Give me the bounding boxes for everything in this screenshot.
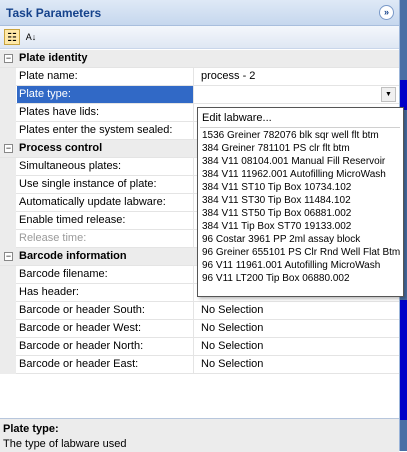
property-label: Plates enter the system sealed: [17,122,194,139]
labware-dropdown-list: Edit labware... 1536 Greiner 782076 blk … [197,107,404,297]
property-label: Barcode or header South: [17,302,194,319]
barcode-west-value[interactable]: No Selection [198,320,398,337]
collapse-icon[interactable]: » [379,5,394,20]
property-label: Automatically update labware: [17,194,194,211]
plate-name-value[interactable]: process - 2 [198,68,398,85]
property-row-barcode-south[interactable]: Barcode or header South: No Selection [0,302,399,320]
labware-option[interactable]: 384 V11 ST30 Tip Box 11484.102 [202,195,351,207]
labware-option[interactable]: 384 V11 08104.001 Manual Fill Reservoir [202,156,385,168]
labware-option[interactable]: 1536 Greiner 782076 blk sqr well flt btm [202,130,379,142]
labware-option[interactable]: 384 V11 11962.001 Autofilling MicroWash [202,169,386,181]
labware-option[interactable]: 384 V11 Tip Box ST70 19133.002 [202,221,351,233]
labware-option[interactable]: 384 Greiner 781101 PS clr flt btm [202,143,350,155]
property-label: Enable timed release: [17,212,194,229]
description-text: The type of labware used [3,438,127,450]
property-row-barcode-north[interactable]: Barcode or header North: No Selection [0,338,399,356]
property-label: Barcode filename: [17,266,194,283]
property-label: Barcode or header North: [17,338,194,355]
collapse-minus-icon[interactable]: − [4,144,13,153]
categorized-view-icon[interactable]: ☷ [4,29,20,45]
edit-labware-option[interactable]: Edit labware... [202,111,272,125]
property-label: Release time: [17,230,194,247]
property-row-plate-name[interactable]: Plate name: process - 2 [0,68,399,86]
collapse-minus-icon[interactable]: − [4,54,13,63]
plate-type-value[interactable] [198,86,398,103]
property-label: Plates have lids: [17,104,194,121]
property-label: Has header: [17,284,194,301]
barcode-south-value[interactable]: No Selection [198,302,398,319]
property-label: Barcode or header East: [17,356,194,373]
dropdown-separator [200,127,400,128]
description-title: Plate type: [3,423,59,435]
barcode-east-value[interactable]: No Selection [198,356,398,373]
property-label: Plate name: [17,68,194,85]
panel-title: Task Parameters [6,6,102,20]
collapse-minus-icon[interactable]: − [4,252,13,261]
labware-option[interactable]: 96 V11 LT200 Tip Box 06880.002 [202,273,350,285]
property-row-plate-type[interactable]: Plate type: ▼ [0,86,399,104]
labware-option[interactable]: 96 Costar 3961 PP 2ml assay block [202,234,360,246]
labware-option[interactable]: 96 V11 11961.001 Autofilling MicroWash [202,260,380,272]
property-label: Plate type: [17,86,194,103]
labware-option[interactable]: 96 Greiner 655101 PS Clr Rnd Well Flat B… [202,247,400,259]
labware-option[interactable]: 384 V11 ST10 Tip Box 10734.102 [202,182,351,194]
property-label: Barcode or header West: [17,320,194,337]
property-label: Use single instance of plate: [17,176,194,193]
alphabetical-sort-icon[interactable]: A↓ [23,29,39,45]
property-row-barcode-west[interactable]: Barcode or header West: No Selection [0,320,399,338]
property-label: Simultaneous plates: [17,158,194,175]
panel-titlebar: Task Parameters » [0,0,399,26]
dropdown-arrow-icon[interactable]: ▼ [381,87,396,102]
property-grid-toolbar: ☷ A↓ [0,26,399,49]
category-label: Plate identity [19,52,88,64]
description-pane: Plate type: The type of labware used [0,418,399,452]
category-plate-identity[interactable]: − Plate identity [0,50,399,68]
barcode-north-value[interactable]: No Selection [198,338,398,355]
labware-option[interactable]: 384 V11 ST50 Tip Box 06881.002 [202,208,351,220]
property-row-barcode-east[interactable]: Barcode or header East: No Selection [0,356,399,374]
